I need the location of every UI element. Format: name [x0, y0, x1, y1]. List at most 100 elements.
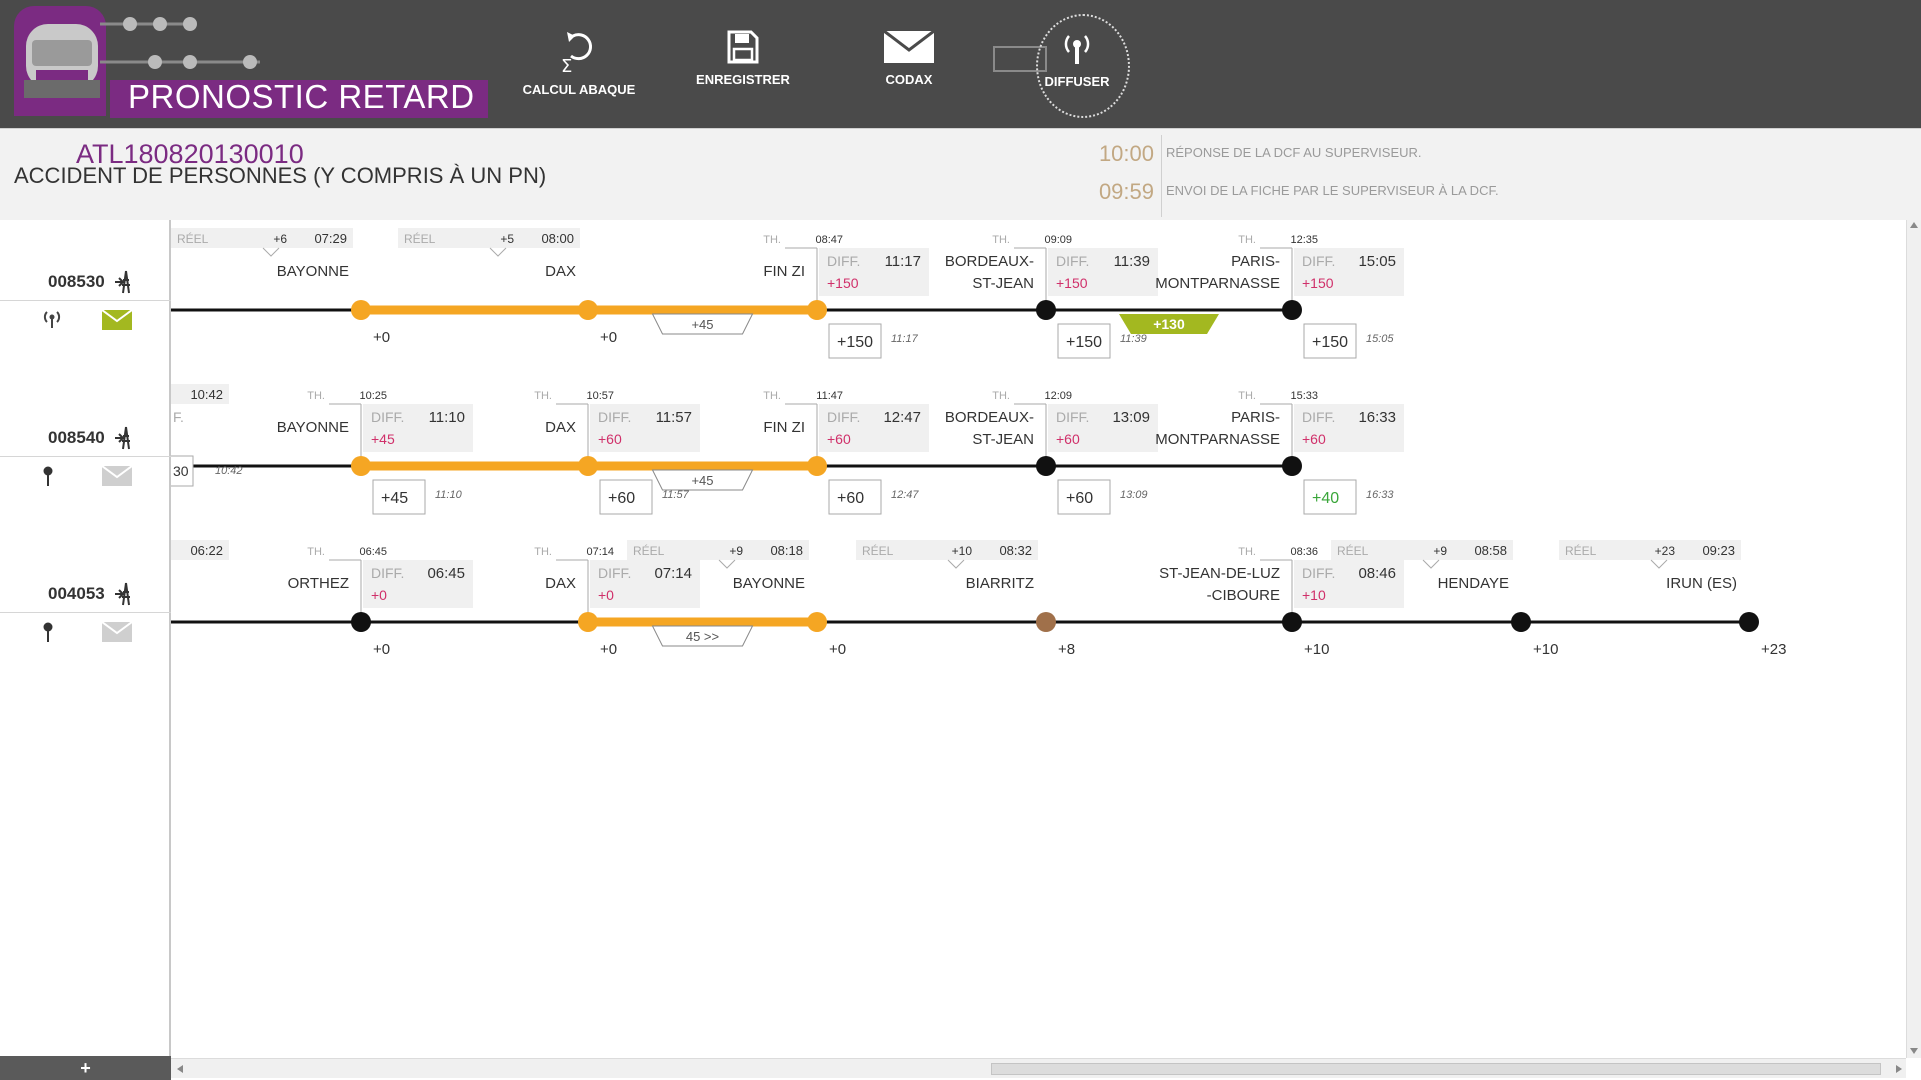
station-node[interactable] — [351, 300, 371, 320]
delay-input-time: 13:09 — [1120, 489, 1148, 501]
station-node[interactable] — [578, 456, 598, 476]
enregistrer-button[interactable]: ENREGISTRER — [668, 20, 818, 110]
add-train-button[interactable]: + — [0, 1056, 171, 1080]
station-node[interactable] — [578, 612, 598, 632]
station-node[interactable] — [351, 456, 371, 476]
diffuser-button[interactable]: DIFFUSER — [1002, 20, 1152, 110]
event-entry: 10:00 RÉPONSE DE LA DCF AU SUPERVISEUR. — [1094, 137, 1794, 169]
th-label: TH. — [992, 390, 1010, 402]
th-label: TH. — [763, 234, 781, 246]
station-node[interactable] — [1036, 456, 1056, 476]
antenna-icon[interactable] — [42, 310, 62, 333]
reel-offset: +9 — [729, 544, 743, 558]
diff-time: 08:46 — [1358, 565, 1396, 582]
event-entry: 09:59 ENVOI DE LA FICHE PAR LE SUPERVISE… — [1094, 175, 1794, 207]
th-time: 11:47 — [816, 390, 843, 402]
save-icon — [727, 30, 759, 64]
station-node[interactable] — [807, 300, 827, 320]
event-text: RÉPONSE DE LA DCF AU SUPERVISEUR. — [1166, 145, 1422, 160]
codax-button[interactable]: CODAX — [834, 20, 984, 110]
station-name: PARIS- — [1231, 409, 1280, 426]
th-label: TH. — [1238, 546, 1256, 558]
delay-input-value: +60 — [1066, 490, 1093, 507]
reel-pointer — [1422, 559, 1440, 569]
diff-time: 13:09 — [1112, 409, 1150, 426]
calcul-abaque-label: CALCUL ABAQUE — [522, 82, 636, 97]
diff-label: DIFF. — [598, 409, 631, 425]
reel-pointer — [1650, 559, 1668, 569]
pin-icon[interactable] — [42, 622, 54, 647]
calculator-refresh-icon: Σ — [561, 32, 592, 74]
th-label: TH. — [534, 390, 552, 402]
delay-input-time: 12:47 — [891, 489, 919, 501]
codax-label: CODAX — [885, 72, 933, 87]
envelope-grey-icon[interactable] — [101, 621, 133, 647]
station-name: FIN ZI — [763, 263, 805, 280]
th-label: TH. — [1238, 234, 1256, 246]
station-name: MONTPARNASSE — [1155, 275, 1280, 292]
station-node[interactable] — [1739, 612, 1759, 632]
scroll-left-arrow-icon[interactable] — [177, 1065, 183, 1073]
timeline-canvas: +45+13007:11BAYONNERÉEL+607:29+0DAXRÉEL+… — [171, 228, 1786, 658]
station-node[interactable] — [1511, 612, 1531, 632]
station-delay: +0 — [600, 641, 617, 658]
train-logo-icon — [24, 24, 100, 98]
station-node[interactable] — [1282, 456, 1302, 476]
station-node[interactable] — [1036, 300, 1056, 320]
station-node[interactable] — [807, 456, 827, 476]
diff-label: DIFF. — [827, 253, 860, 269]
train-row-header[interactable]: 008530 — [0, 270, 171, 352]
segment-label: +45 — [691, 317, 713, 332]
eiffel-plane-icon — [115, 582, 137, 611]
eiffel-plane-icon — [115, 426, 137, 455]
vertical-scrollbar[interactable] — [1906, 220, 1921, 1058]
diff-delta: +60 — [827, 431, 851, 447]
envelope-grey-icon[interactable] — [101, 465, 133, 491]
pin-icon[interactable] — [42, 466, 54, 491]
diff-label: DIFF. — [1056, 253, 1089, 269]
th-label: TH. — [307, 546, 325, 558]
calcul-abaque-button[interactable]: Σ CALCUL ABAQUE — [504, 20, 654, 110]
station-node[interactable] — [1036, 612, 1056, 632]
delay-input-value: +45 — [381, 490, 408, 507]
station-delay: +10 — [1304, 641, 1329, 658]
station-node[interactable] — [807, 612, 827, 632]
delay-input-value: +150 — [837, 334, 873, 351]
event-time: 09:59 — [1098, 179, 1154, 204]
station-node[interactable] — [351, 612, 371, 632]
incident-type: ACCIDENT DE PERSONNES (Y COMPRIS À UN PN… — [14, 163, 547, 188]
th-label: TH. — [763, 390, 781, 402]
diff-time: 15:05 — [1358, 253, 1396, 270]
station-name: PARIS- — [1231, 253, 1280, 270]
station-name: BORDEAUX- — [945, 253, 1034, 270]
delay-input-value: +150 — [1066, 334, 1102, 351]
partial-input-time: 10:42 — [215, 465, 243, 477]
scroll-down-arrow-icon[interactable] — [1910, 1048, 1918, 1054]
train-row-separator — [0, 612, 171, 613]
diff-delta: +60 — [598, 431, 622, 447]
scroll-up-arrow-icon[interactable] — [1910, 222, 1918, 228]
horizontal-scroll-thumb[interactable] — [991, 1063, 1881, 1075]
reel-offset: +10 — [952, 544, 973, 558]
horizontal-scrollbar[interactable] — [171, 1058, 1906, 1078]
reel-time: 08:18 — [770, 543, 803, 558]
station-node[interactable] — [578, 300, 598, 320]
envelope-green-icon[interactable] — [101, 309, 133, 335]
th-time: 07:14 — [586, 546, 614, 558]
delay-input-time: 11:10 — [435, 489, 463, 501]
scroll-right-arrow-icon[interactable] — [1896, 1065, 1902, 1073]
train-row-header[interactable]: 004053 — [0, 582, 171, 664]
train-list-panel: 008530 008540 004053 — [0, 220, 171, 1080]
station-name: DAX — [545, 575, 576, 592]
station-name: BAYONNE — [277, 419, 349, 436]
station-delay: +23 — [1761, 641, 1786, 658]
diff-label: DIFF. — [371, 409, 404, 425]
partial-input-value: 30 — [173, 463, 189, 479]
th-time: 09:09 — [1044, 234, 1072, 246]
delay-input-value: +40 — [1312, 490, 1339, 507]
station-node[interactable] — [1282, 612, 1302, 632]
diffuser-label: DIFFUSER — [1044, 74, 1110, 89]
station-node[interactable] — [1282, 300, 1302, 320]
eiffel-plane-icon — [115, 270, 137, 299]
train-row-header[interactable]: 008540 — [0, 426, 171, 508]
